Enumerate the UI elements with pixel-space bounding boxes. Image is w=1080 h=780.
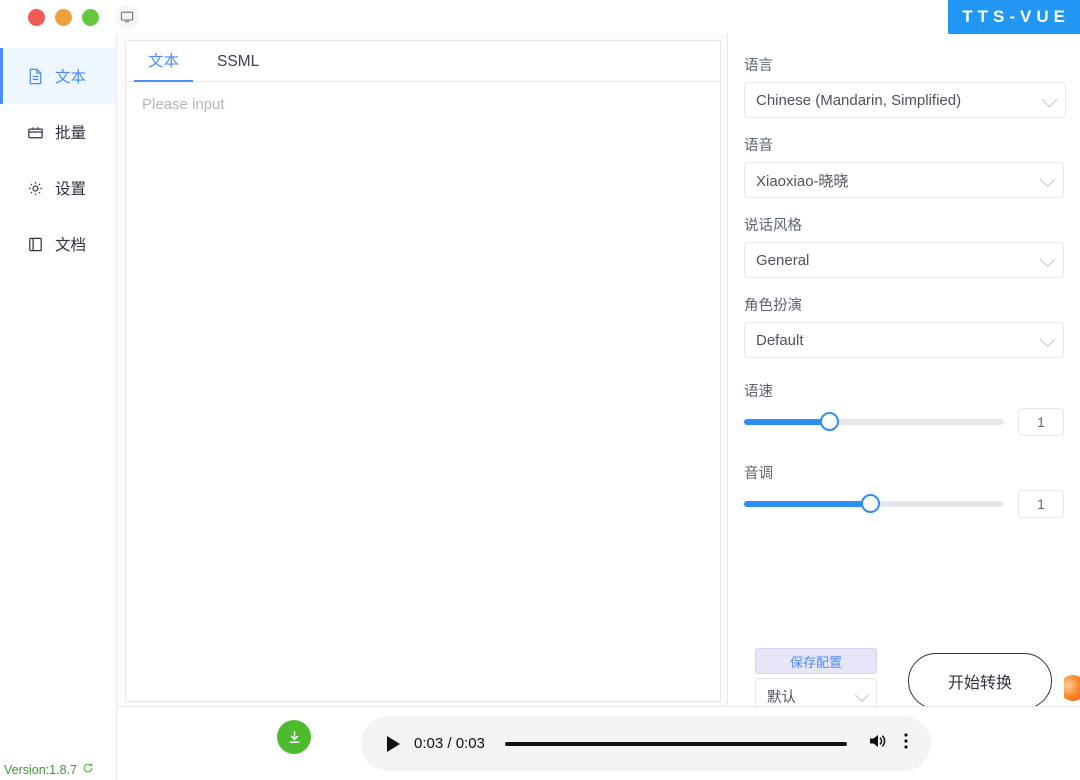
voice-select[interactable]: Xiaoxiao-晓晓 <box>744 162 1064 198</box>
book-icon <box>26 235 45 254</box>
audio-player: 0:03 / 0:03 <box>361 716 931 771</box>
bottom-bar: 0:03 / 0:03 <box>117 706 1080 780</box>
field-language: 语言 Chinese (Mandarin, Simplified) <box>744 54 1066 118</box>
tab-text[interactable]: 文本 <box>133 49 194 82</box>
pitch-value-box[interactable]: 1 <box>1018 490 1064 518</box>
sidebar-item-label: 文本 <box>55 69 87 86</box>
editor-area: 文本 SSML Please input <box>117 34 727 706</box>
tab-ssml[interactable]: SSML <box>213 53 263 81</box>
settings-panel: 语言 Chinese (Mandarin, Simplified) 语音 Xia… <box>727 34 1080 714</box>
role-select[interactable]: Default <box>744 322 1064 358</box>
download-button[interactable] <box>277 720 311 754</box>
field-voice: 语音 Xiaoxiao-晓晓 <box>744 134 1064 198</box>
field-pitch: 音调 1 <box>744 462 1064 518</box>
sidebar-item-text[interactable]: 文本 <box>0 48 116 104</box>
text-input-placeholder: Please input <box>142 96 225 113</box>
style-value: General <box>756 251 810 269</box>
pitch-slider-handle[interactable] <box>861 494 881 513</box>
pitch-slider-row: 1 <box>744 490 1064 518</box>
role-label: 角色扮演 <box>744 298 802 314</box>
sidebar-item-settings[interactable]: 设置 <box>0 160 116 216</box>
chevron-down-icon <box>1039 251 1056 268</box>
text-input-wrapper[interactable]: Please input <box>126 82 720 701</box>
gear-icon <box>26 179 45 198</box>
chevron-down-icon <box>1039 171 1056 188</box>
version-text: Version:1.8.7 <box>4 762 77 777</box>
rate-label: 语速 <box>744 384 773 400</box>
title-bar: TTS-VUE <box>0 0 1080 34</box>
box-icon <box>26 123 45 142</box>
style-label: 说话风格 <box>744 218 802 234</box>
start-convert-button[interactable]: 开始转换 <box>908 653 1052 709</box>
refresh-icon[interactable] <box>82 762 94 777</box>
kebab-menu-icon[interactable] <box>903 731 909 756</box>
chevron-down-icon <box>854 687 870 703</box>
rate-value-box[interactable]: 1 <box>1018 408 1064 436</box>
sidebar-item-docs[interactable]: 文档 <box>0 216 116 272</box>
voice-value: Xiaoxiao-晓晓 <box>756 172 849 190</box>
editor-tabs: 文本 SSML <box>126 41 720 82</box>
app-window: TTS-VUE 文本 批量 设置 文档 Version:1.8.7 文本 SSM… <box>0 0 1080 780</box>
language-value: Chinese (Mandarin, Simplified) <box>756 91 962 109</box>
language-label: 语言 <box>744 58 773 74</box>
close-button[interactable] <box>28 8 45 26</box>
orange-badge-peek[interactable] <box>1064 672 1080 706</box>
pitch-label: 音调 <box>744 466 773 482</box>
sidebar-item-label: 设置 <box>55 181 87 198</box>
field-style: 说话风格 General <box>744 214 1064 278</box>
rate-slider-fill <box>744 419 830 425</box>
volume-icon[interactable] <box>867 731 889 756</box>
chevron-down-icon <box>1039 331 1056 348</box>
monitor-icon[interactable] <box>115 5 139 29</box>
play-icon[interactable] <box>387 735 400 752</box>
preset-value: 默认 <box>767 689 796 706</box>
action-area: 保存配置 默认 开始转换 <box>744 614 1064 714</box>
language-select[interactable]: Chinese (Mandarin, Simplified) <box>744 82 1066 118</box>
save-config-button[interactable]: 保存配置 <box>755 648 877 674</box>
field-rate: 语速 1 <box>744 380 1064 436</box>
chevron-down-icon <box>1041 91 1058 108</box>
player-time: 0:03 / 0:03 <box>414 735 485 752</box>
orange-circle-icon <box>1064 675 1080 701</box>
style-select[interactable]: General <box>744 242 1064 278</box>
voice-label: 语音 <box>744 138 773 154</box>
pitch-slider-fill <box>744 501 872 507</box>
sidebar-item-label: 文档 <box>55 237 87 254</box>
window-controls <box>0 8 99 26</box>
sidebar: 文本 批量 设置 文档 Version:1.8.7 <box>0 34 117 780</box>
sidebar-item-batch[interactable]: 批量 <box>0 104 116 160</box>
sidebar-item-label: 批量 <box>55 125 87 142</box>
player-progress-bar[interactable] <box>504 741 847 746</box>
pitch-slider[interactable] <box>744 494 1004 513</box>
minimize-button[interactable] <box>55 8 72 26</box>
field-role: 角色扮演 Default <box>744 294 1064 358</box>
rate-slider-handle[interactable] <box>819 412 839 431</box>
role-value: Default <box>756 331 804 349</box>
document-icon <box>26 67 45 86</box>
rate-slider[interactable] <box>744 412 1004 431</box>
app-logo: TTS-VUE <box>948 0 1080 34</box>
editor-card: 文本 SSML Please input <box>125 40 721 702</box>
rate-slider-row: 1 <box>744 408 1064 436</box>
maximize-button[interactable] <box>82 8 99 26</box>
version-label: Version:1.8.7 <box>4 762 94 777</box>
